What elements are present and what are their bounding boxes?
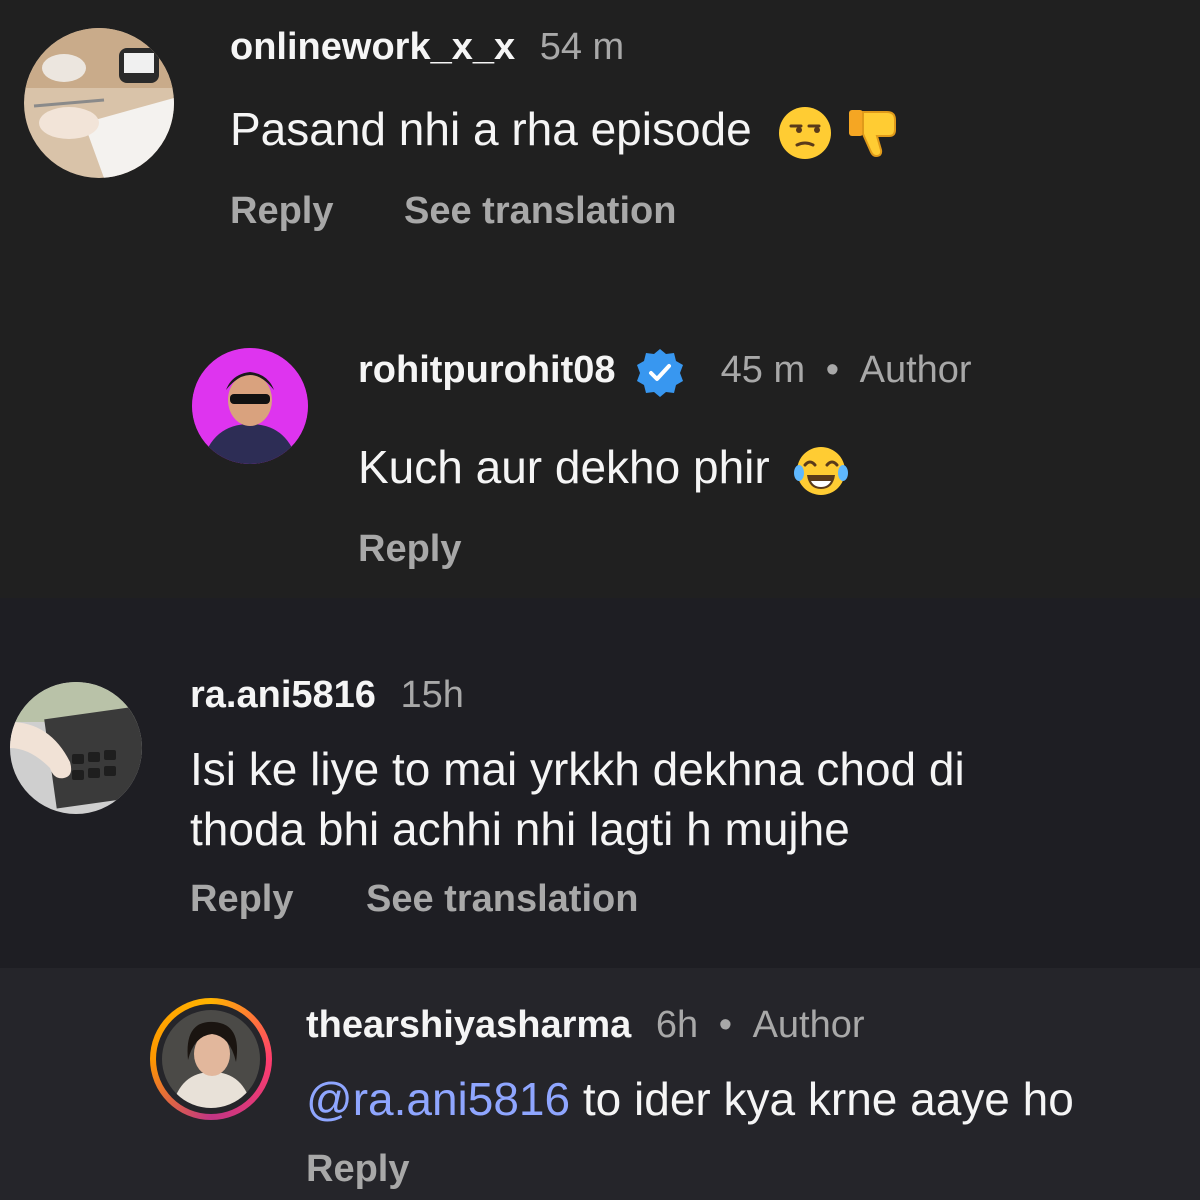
comment-text: Kuch aur dekho phir xyxy=(358,438,849,499)
comment-username[interactable]: rohitpurohit08 45 m • Author xyxy=(358,346,972,398)
comment-time: 15h xyxy=(400,674,464,716)
username-text[interactable]: onlinework_x_x xyxy=(230,26,515,68)
username-text[interactable]: rohitpurohit08 xyxy=(358,349,616,391)
avatar-story-ring[interactable] xyxy=(150,998,272,1120)
comment-time: 45 m xyxy=(720,349,806,392)
comment-username[interactable]: thearshiyasharma 6h • Author xyxy=(306,1002,865,1048)
comment-text-line-2: thoda bhi achhi nhi lagti h mujhe xyxy=(190,803,850,855)
comment-username[interactable]: ra.ani5816 15h xyxy=(190,672,464,718)
see-translation-button[interactable]: See translation xyxy=(404,188,676,234)
reply-button[interactable]: Reply xyxy=(230,188,333,234)
reply-button[interactable]: Reply xyxy=(306,1146,409,1192)
unamused-face-icon xyxy=(777,105,833,161)
reply-button[interactable]: Reply xyxy=(358,526,461,572)
comment-time: 6h xyxy=(655,1004,699,1046)
comment-text: Pasand nhi a rha episode xyxy=(230,100,903,162)
comment-text-line-1: Isi ke liye to mai yrkkh dekhna chod di xyxy=(190,743,965,795)
username-text[interactable]: ra.ani5816 xyxy=(190,674,376,716)
reply-button[interactable]: Reply xyxy=(190,876,293,922)
avatar xyxy=(162,1010,260,1108)
thumbs-down-icon xyxy=(845,104,903,162)
avatar[interactable] xyxy=(10,682,142,814)
comment-body: Kuch aur dekho phir xyxy=(358,441,770,493)
verified-badge-icon xyxy=(634,346,686,398)
avatar[interactable] xyxy=(192,348,308,464)
comment-body: Pasand nhi a rha episode xyxy=(230,103,752,155)
comment-body: to ider kya krne aaye ho xyxy=(570,1073,1074,1125)
tears-of-joy-icon xyxy=(793,443,849,499)
comment-username[interactable]: onlinework_x_x 54 m xyxy=(230,24,624,70)
see-translation-button[interactable]: See translation xyxy=(366,876,638,922)
meta-separator: • xyxy=(718,1004,733,1046)
meta-separator: • xyxy=(825,349,840,392)
avatar[interactable] xyxy=(24,28,174,178)
comment-time: 54 m xyxy=(539,26,625,68)
username-text[interactable]: thearshiyasharma xyxy=(306,1004,631,1046)
comment-thread-1 xyxy=(0,0,1200,598)
mention-link[interactable]: @ra.ani5816 xyxy=(306,1073,570,1125)
comment-text: @ra.ani5816 to ider kya krne aaye ho xyxy=(306,1070,1074,1128)
author-badge: Author xyxy=(859,349,972,392)
author-badge: Author xyxy=(752,1004,865,1046)
